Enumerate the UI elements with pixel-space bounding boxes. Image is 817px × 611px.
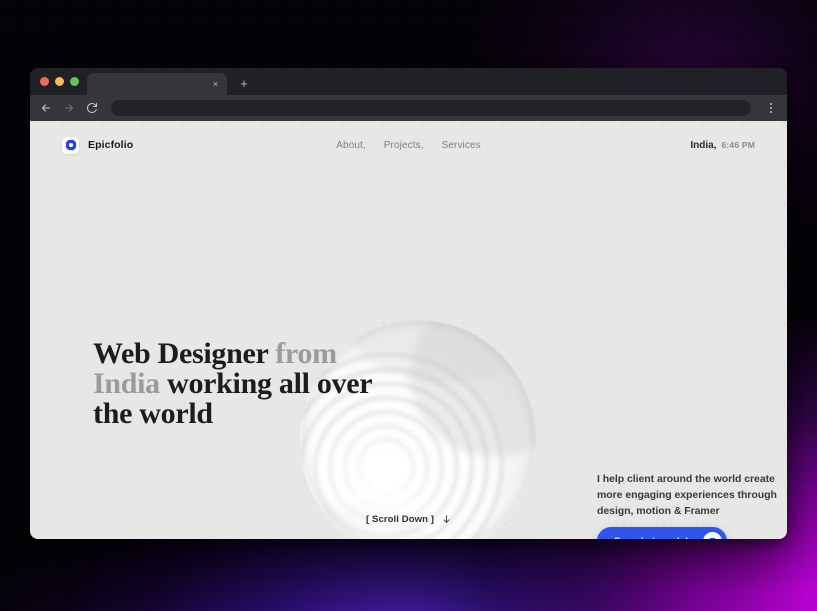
back-arrow-icon[interactable] [39,101,53,115]
browser-window: × + Epicfolio About, Projects, Services … [30,68,787,539]
new-tab-button[interactable]: + [234,74,254,94]
cta-label: See what can I do [614,536,694,540]
close-icon[interactable]: × [210,79,221,90]
browser-toolbar [30,95,787,121]
nav-link-about[interactable]: About, [336,140,366,151]
window-traffic-lights [38,68,87,95]
see-what-can-i-do-button[interactable]: See what can I do [597,527,727,539]
hero-pitch-text: I help client around the world create mo… [597,473,777,517]
page-title: Web Designer from India working all over… [93,339,433,429]
brand-name: Epicfolio [88,139,134,151]
zoom-window-button[interactable] [70,77,79,86]
headline-working: working all over [159,367,373,400]
minimize-window-button[interactable] [55,77,64,86]
web-page-viewport: Epicfolio About, Projects, Services Indi… [30,121,787,539]
arrow-down-icon [441,513,451,525]
headline-web-designer: Web Designer [93,337,276,370]
locale-place: India, [690,139,717,151]
scroll-down-cue[interactable]: [ Scroll Down ] [366,513,451,525]
forward-arrow-icon[interactable] [62,101,76,115]
site-header: Epicfolio About, Projects, Services Indi… [30,121,787,169]
close-window-button[interactable] [40,77,49,86]
three-dot-menu-icon[interactable] [764,100,778,116]
nav-link-projects[interactable]: Projects, [384,140,424,151]
brand-logo-link[interactable]: Epicfolio [62,136,134,154]
arrow-up-right-icon [702,531,722,539]
locale-time: 6:46 PM [721,139,755,150]
headline-from: from [275,337,337,370]
locale-clock: India, 6:46 PM [690,140,755,151]
epicfolio-octagon-logo-icon [62,136,79,154]
headline-the-world: the world [93,397,213,430]
reload-icon[interactable] [85,101,99,115]
browser-tab-active[interactable]: × [87,73,227,95]
nav-link-services[interactable]: Services [442,140,481,151]
scroll-down-label: [ Scroll Down ] [366,513,434,525]
headline-india: India [93,367,160,400]
address-bar-input[interactable] [111,100,751,116]
site-nav: About, Projects, Services [336,140,480,151]
browser-tab-strip: × + [30,68,787,95]
